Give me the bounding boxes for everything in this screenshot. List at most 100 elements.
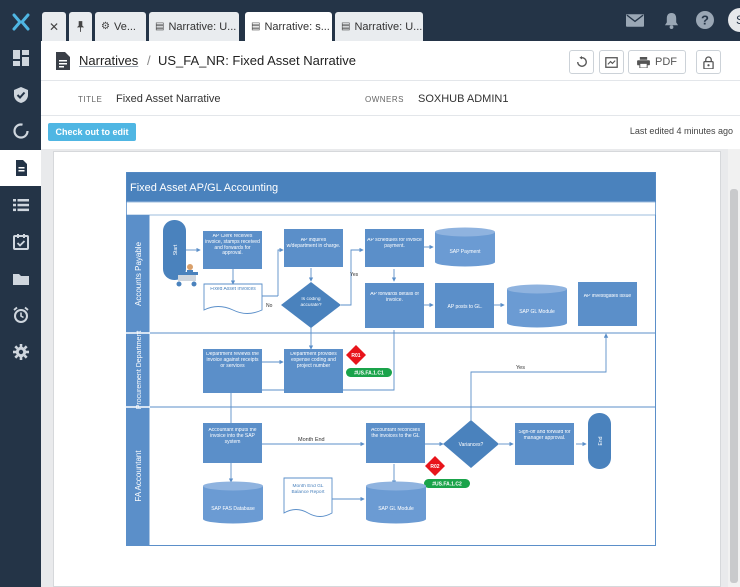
calendar-check-icon <box>12 234 29 250</box>
sidebar <box>0 0 41 587</box>
text-accountant-reconciles: Accountant reconciles the invoices to th… <box>371 428 420 439</box>
folder-icon <box>12 274 29 285</box>
sidebar-item-list[interactable] <box>0 187 41 223</box>
text-coding-accurate: Is coding accurate? <box>300 297 322 308</box>
db-sap-payment <box>435 227 495 267</box>
main-content: Narratives / US_FA_NR: Fixed Asset Narra… <box>41 41 740 587</box>
text-sap-gl-module-2: SAP GL Module <box>378 506 414 512</box>
text-fixed-asset-invoices: Fixed Asset Invoices <box>210 287 256 292</box>
tab-narrative-3[interactable]: ▤ Narrative: U... <box>335 12 423 41</box>
pin-tab-button[interactable] <box>69 12 92 41</box>
text-ap-forwards: AP forwards details of invoice. <box>370 292 419 303</box>
cycle-icon <box>12 123 29 139</box>
tab-label: Ve... <box>113 20 136 33</box>
help-icon: ? <box>696 11 714 29</box>
document-icon <box>15 160 27 176</box>
document-viewer: Fixed Asset AP/GL Accounting Accounts Pa… <box>41 149 740 587</box>
image-frame-icon <box>605 56 618 68</box>
text-control-c1: #US.FA.1.C1 <box>354 371 384 377</box>
header-band <box>126 201 656 216</box>
yes-label: Yes <box>350 272 359 278</box>
breadcrumb-narratives-link[interactable]: Narratives <box>79 53 138 68</box>
owners-label: OWNERS <box>365 95 404 104</box>
vertical-scrollbar[interactable] <box>728 149 740 587</box>
narrative-meta: TITLE Fixed Asset Narrative OWNERS SOXHU… <box>41 82 740 116</box>
alarm-clock-icon <box>12 306 29 323</box>
soxhub-logo[interactable] <box>0 0 41 44</box>
tab-narrative-1[interactable]: ▤ Narrative: U... <box>149 12 239 41</box>
user-avatar[interactable]: S <box>728 8 740 32</box>
sidebar-item-security[interactable] <box>0 77 41 113</box>
sidebar-item-dashboard[interactable] <box>0 40 41 76</box>
sidebar-item-cycles[interactable] <box>0 113 41 149</box>
text-signoff: Sign-off and forward for manager approva… <box>518 430 571 441</box>
owners-value: SOXHUB ADMIN1 <box>418 93 509 105</box>
text-risk-r02: R02 <box>430 464 439 470</box>
mail-icon <box>626 13 644 27</box>
end-label: End <box>598 436 604 445</box>
list-icon <box>12 199 29 212</box>
lane-label-accounts-payable: Accounts Payable <box>134 241 143 306</box>
document-page: Fixed Asset AP/GL Accounting Accounts Pa… <box>53 151 721 587</box>
db-sap-gl-module-2 <box>366 481 426 524</box>
logo-icon <box>12 13 29 31</box>
page-header: Narratives / US_FA_NR: Fixed Asset Narra… <box>41 41 740 81</box>
last-edited-text: Last edited 4 minutes ago <box>629 126 733 136</box>
help-button[interactable]: ? <box>695 10 715 30</box>
gear-icon <box>12 344 29 360</box>
lane-label-fa-accountant: FA Accountant <box>134 450 143 502</box>
month-end-label: Month End <box>298 437 325 443</box>
scroll-thumb[interactable] <box>730 189 738 583</box>
lock-icon <box>703 55 714 69</box>
tab-settings[interactable]: ⚙ Ve... <box>95 12 146 41</box>
close-tabs-button[interactable]: ✕ <box>42 12 66 41</box>
tab-label: Narrative: U... <box>354 20 423 33</box>
notifications-button[interactable] <box>661 10 681 30</box>
start-label: Start <box>173 244 179 255</box>
mail-button[interactable] <box>625 10 645 30</box>
action-row: Check out to edit Last edited 4 minutes … <box>41 117 740 147</box>
yes-label-2: Yes <box>516 365 525 371</box>
document-icon: ▤ <box>341 21 351 32</box>
no-label: No <box>266 303 273 309</box>
page-title: US_FA_NR: Fixed Asset Narrative <box>158 53 356 68</box>
top-bar: ✕ ⚙ Ve... ▤ Narrative: U... ▤ Narrative:… <box>41 0 740 41</box>
bell-icon <box>664 12 678 29</box>
gear-icon: ⚙ <box>101 21 110 32</box>
shield-check-icon <box>13 87 28 103</box>
db-sap-fas <box>203 481 263 524</box>
title-label: TITLE <box>78 95 103 104</box>
db-sap-gl-module <box>507 284 567 328</box>
document-icon: ▤ <box>251 21 261 32</box>
revert-button[interactable] <box>569 50 594 74</box>
tab-narrative-2[interactable]: ▤ Narrative: s... <box>245 12 332 41</box>
text-ap-inquires: AP inquires w/department in charge. <box>286 238 341 249</box>
svg-text:?: ? <box>701 13 709 28</box>
breadcrumb-separator: / <box>147 53 151 68</box>
text-ap-clerk: AP Clerk receives invoice, stamps receiv… <box>205 234 260 257</box>
text-month-end-report: Month End GL Balance Report <box>291 484 325 495</box>
sidebar-item-tasks[interactable] <box>0 224 41 260</box>
sidebar-item-schedule[interactable] <box>0 297 41 333</box>
text-control-c2: #US.FA.1.C2 <box>432 482 462 488</box>
sidebar-item-files[interactable] <box>0 261 41 297</box>
text-sap-gl-module: SAP GL Module <box>519 309 555 315</box>
pin-icon <box>76 21 85 32</box>
checkout-button[interactable]: Check out to edit <box>48 123 136 141</box>
fullscreen-button[interactable] <box>599 50 624 74</box>
title-value: Fixed Asset Narrative <box>116 93 221 105</box>
sidebar-item-settings[interactable] <box>0 334 41 370</box>
dashboard-icon <box>12 50 29 66</box>
text-accountant-inputs: Accountant inputs the invoice into the S… <box>208 428 257 445</box>
text-variances: Variances? <box>459 442 484 448</box>
export-pdf-button[interactable]: PDF <box>628 50 686 74</box>
tab-label: Narrative: s... <box>264 20 330 33</box>
sidebar-item-narratives[interactable] <box>0 150 41 186</box>
lock-button[interactable] <box>696 50 721 74</box>
flowchart-diagram: Fixed Asset AP/GL Accounting Accounts Pa… <box>126 172 656 546</box>
text-risk-r01: R01 <box>351 353 360 359</box>
text-dept-provides: Department provides expense coding and p… <box>290 352 337 369</box>
close-icon: ✕ <box>48 19 60 34</box>
printer-icon <box>637 56 650 68</box>
lane-label-procurement: Procurement Department <box>136 331 143 410</box>
